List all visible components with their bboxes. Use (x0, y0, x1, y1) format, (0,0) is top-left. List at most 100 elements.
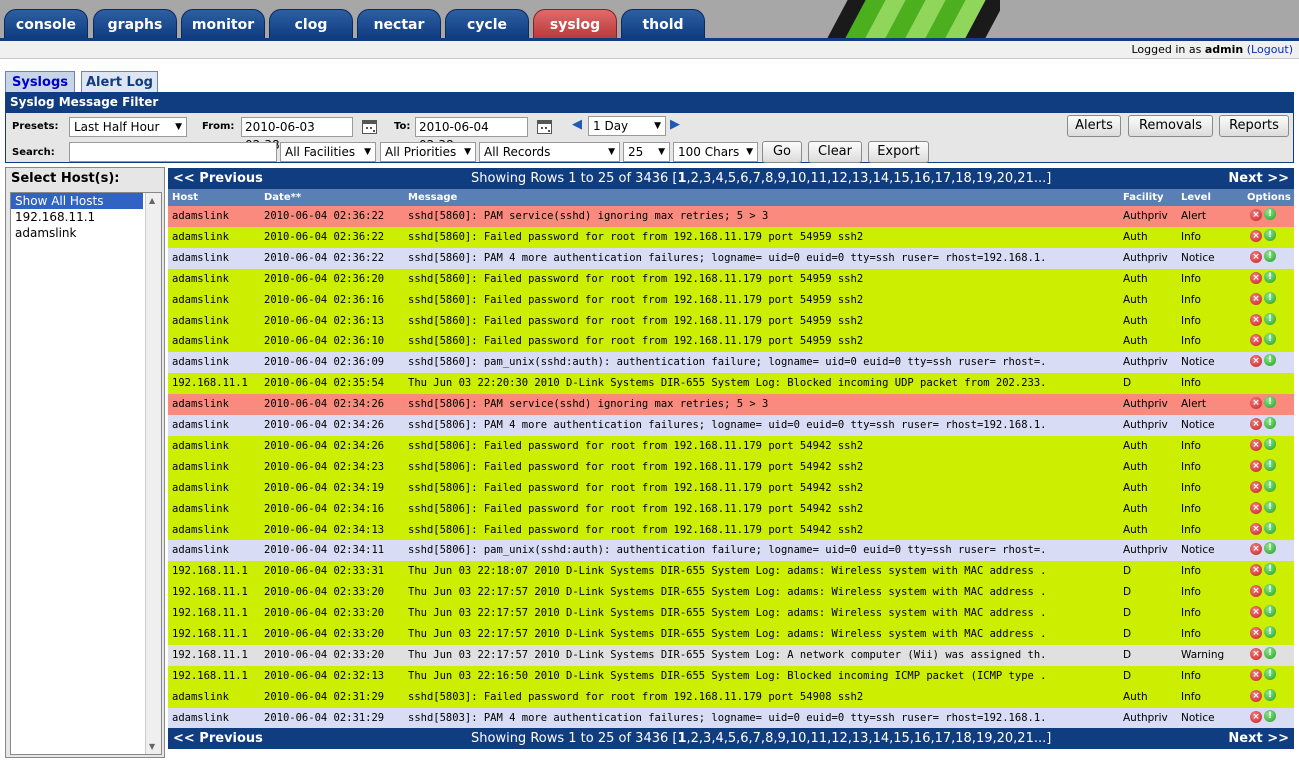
shift-left-icon[interactable]: ◀ (572, 117, 582, 132)
remove-icon[interactable]: × (1250, 438, 1262, 451)
alert-icon[interactable]: ! (1264, 563, 1276, 576)
tab-graphs[interactable]: graphs (93, 9, 177, 38)
remove-icon[interactable]: × (1250, 522, 1262, 535)
pager-current[interactable]: 1 (677, 171, 686, 186)
remove-icon[interactable]: × (1250, 585, 1262, 598)
priority-select[interactable]: All Priorities ▼ (380, 142, 476, 162)
alerts-button[interactable]: Alerts (1067, 115, 1121, 137)
remove-icon[interactable]: × (1250, 209, 1262, 221)
remove-icon[interactable]: × (1250, 668, 1262, 681)
next-page-link[interactable]: Next >> (1228, 168, 1289, 189)
shift-right-icon[interactable]: ▶ (670, 117, 680, 132)
calendar-icon[interactable] (362, 120, 377, 134)
remove-icon[interactable]: × (1250, 480, 1262, 493)
host-list[interactable]: Show All Hosts 192.168.11.1 adamslink ▲ ▼ (10, 192, 162, 755)
tab-monitor[interactable]: monitor (181, 9, 265, 38)
alert-icon[interactable]: ! (1264, 333, 1276, 346)
remove-icon[interactable]: × (1250, 292, 1262, 305)
tab-alert-log[interactable]: Alert Log (81, 71, 158, 92)
alert-icon[interactable]: ! (1264, 709, 1276, 722)
pager-pages[interactable]: ,2,3,4,5,6,7,8,9,10,11,12,13,14,15,16,17… (687, 731, 1052, 746)
removals-button[interactable]: Removals (1128, 115, 1213, 137)
go-button[interactable]: Go (762, 141, 802, 163)
tab-syslogs[interactable]: Syslogs (5, 71, 75, 92)
chars-select[interactable]: 100 Chars ▼ (673, 142, 758, 162)
col-facility[interactable]: Facility (1123, 189, 1164, 206)
host-list-scrollbar[interactable]: ▲ ▼ (145, 193, 161, 754)
remove-icon[interactable]: × (1250, 229, 1262, 242)
pager-current[interactable]: 1 (677, 731, 686, 746)
remove-icon[interactable]: × (1250, 271, 1262, 284)
clear-button[interactable]: Clear (808, 141, 862, 163)
alert-icon[interactable]: ! (1264, 291, 1276, 304)
alert-icon[interactable]: ! (1264, 437, 1276, 450)
alert-icon[interactable]: ! (1264, 249, 1276, 262)
alert-icon[interactable]: ! (1264, 270, 1276, 283)
presets-select[interactable]: Last Half Hour ▼ (69, 117, 187, 137)
logout-link[interactable]: (Logout) (1247, 43, 1293, 56)
remove-icon[interactable]: × (1250, 355, 1262, 368)
alert-icon[interactable]: ! (1264, 312, 1276, 325)
records-select[interactable]: All Records ▼ (479, 142, 620, 162)
tab-thold[interactable]: thold (621, 9, 705, 38)
tab-nectar[interactable]: nectar (357, 9, 441, 38)
remove-icon[interactable]: × (1250, 334, 1262, 347)
alert-icon[interactable]: ! (1264, 228, 1276, 241)
scroll-up-icon[interactable]: ▲ (149, 196, 155, 205)
remove-icon[interactable]: × (1250, 313, 1262, 326)
alert-icon[interactable]: ! (1264, 521, 1276, 534)
host-option[interactable]: adamslink (11, 225, 161, 241)
from-date-input[interactable]: 2010-06-03 02:38 (241, 117, 353, 152)
scroll-down-icon[interactable]: ▼ (149, 742, 155, 751)
host-option[interactable]: 192.168.11.1 (11, 209, 161, 225)
host-option[interactable]: Show All Hosts (11, 193, 143, 209)
alert-icon[interactable]: ! (1264, 500, 1276, 513)
remove-icon[interactable]: × (1250, 250, 1262, 263)
col-host[interactable]: Host (172, 189, 198, 206)
col-message[interactable]: Message (408, 189, 457, 206)
tab-console[interactable]: console (4, 9, 88, 38)
remove-icon[interactable]: × (1250, 501, 1262, 514)
alert-icon[interactable]: ! (1264, 605, 1276, 618)
rows-select[interactable]: 25 ▼ (623, 142, 670, 162)
remove-icon[interactable]: × (1250, 564, 1262, 577)
search-input[interactable] (69, 142, 277, 162)
calendar-icon[interactable] (537, 120, 552, 134)
reports-button[interactable]: Reports (1219, 115, 1289, 137)
remove-icon[interactable]: × (1250, 647, 1262, 660)
tab-syslog[interactable]: syslog (533, 9, 617, 38)
alert-icon[interactable]: ! (1264, 667, 1276, 680)
col-level[interactable]: Level (1181, 189, 1211, 206)
previous-page-link[interactable]: << Previous (173, 168, 263, 189)
pager-pages[interactable]: ,2,3,4,5,6,7,8,9,10,11,12,13,14,15,16,17… (687, 171, 1052, 186)
alert-icon[interactable]: ! (1264, 458, 1276, 471)
alert-icon[interactable]: ! (1264, 626, 1276, 638)
alert-icon[interactable]: ! (1264, 542, 1276, 555)
remove-icon[interactable]: × (1250, 606, 1262, 619)
alert-icon[interactable]: ! (1264, 688, 1276, 701)
alert-icon[interactable]: ! (1264, 646, 1276, 659)
remove-icon[interactable]: × (1250, 459, 1262, 472)
remove-icon[interactable]: × (1250, 418, 1262, 430)
remove-icon[interactable]: × (1250, 627, 1262, 639)
remove-icon[interactable]: × (1250, 397, 1262, 410)
alert-icon[interactable]: ! (1264, 479, 1276, 492)
tab-clog[interactable]: clog (269, 9, 353, 38)
timespan-select[interactable]: 1 Day ▼ (588, 116, 666, 136)
alert-icon[interactable]: ! (1264, 396, 1276, 409)
col-date[interactable]: Date** (264, 189, 301, 206)
cell-facility: Auth (1123, 523, 1148, 536)
remove-icon[interactable]: × (1250, 710, 1262, 723)
alert-icon[interactable]: ! (1264, 354, 1276, 367)
facility-select[interactable]: All Facilities ▼ (280, 142, 376, 162)
export-button[interactable]: Export (868, 141, 929, 163)
alert-icon[interactable]: ! (1264, 417, 1276, 429)
alert-icon[interactable]: ! (1264, 208, 1276, 220)
remove-icon[interactable]: × (1250, 543, 1262, 556)
remove-icon[interactable]: × (1250, 689, 1262, 702)
previous-page-link[interactable]: << Previous (173, 728, 263, 749)
tab-cycle[interactable]: cycle (445, 9, 529, 38)
alert-icon[interactable]: ! (1264, 584, 1276, 597)
next-page-link[interactable]: Next >> (1228, 728, 1289, 749)
to-date-input[interactable]: 2010-06-04 02:38 (415, 117, 528, 152)
